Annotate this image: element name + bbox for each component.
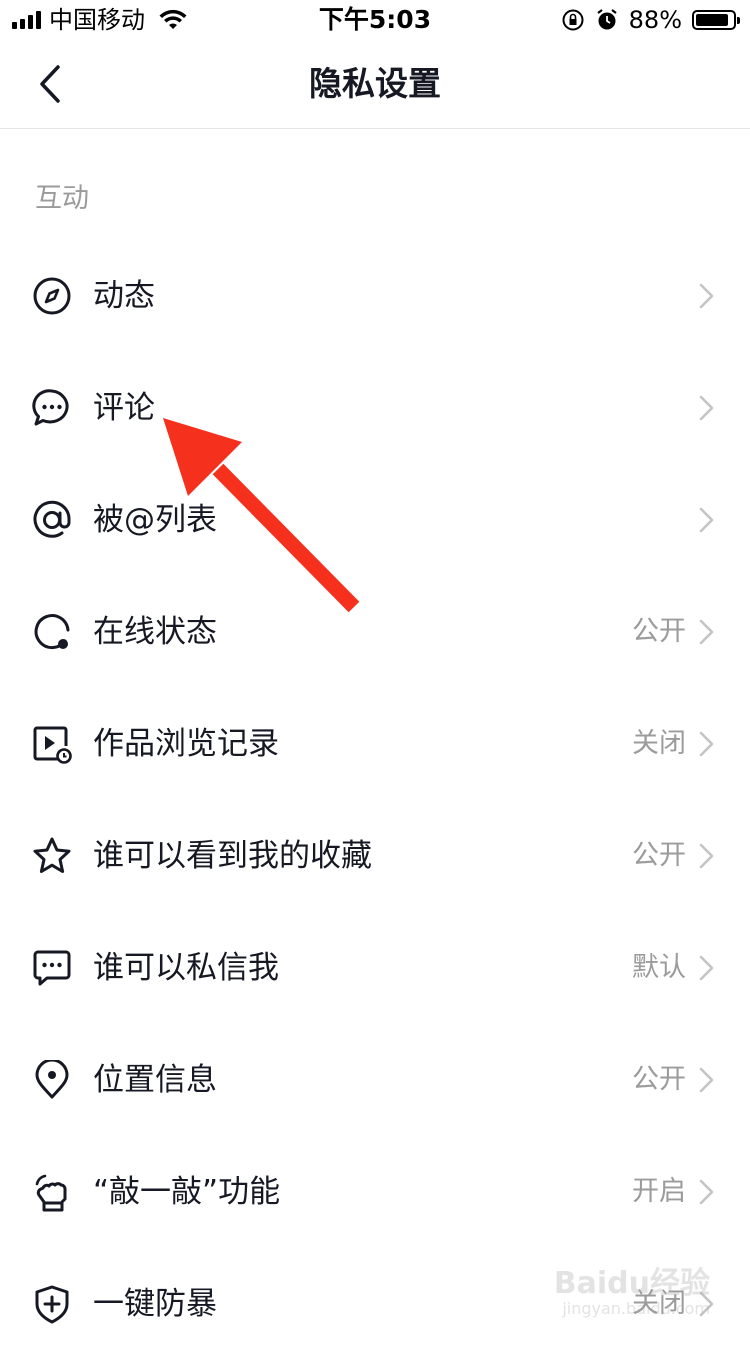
settings-item-value: 关闭 xyxy=(632,728,686,759)
settings-list: 动态 评论 被@列表 在线状态 公开 作品浏览记录 关闭 谁可以看到我的收藏 公… xyxy=(0,240,750,1360)
chevron-right-icon xyxy=(699,619,714,645)
battery-percent: 88% xyxy=(628,6,682,34)
shield-plus-icon xyxy=(35,1285,69,1324)
watermark-logo: Baidu经验 xyxy=(553,1266,710,1301)
settings-item-label: 一键防暴 xyxy=(93,1286,217,1322)
settings-item-mentions[interactable]: 被@列表 xyxy=(0,464,750,576)
knock-hand-icon xyxy=(35,1174,67,1212)
message-icon xyxy=(33,950,71,986)
settings-item-view-history[interactable]: 作品浏览记录 关闭 xyxy=(0,688,750,800)
settings-item-favorites-visibility[interactable]: 谁可以看到我的收藏 公开 xyxy=(0,800,750,912)
chevron-right-icon xyxy=(699,507,714,533)
settings-item-label: 谁可以看到我的收藏 xyxy=(93,838,372,874)
settings-item-direct-message[interactable]: 谁可以私信我 默认 xyxy=(0,912,750,1024)
settings-item-label: 评论 xyxy=(93,390,155,426)
nav-bar: 隐私设置 xyxy=(0,40,750,129)
settings-item-label: 动态 xyxy=(93,278,155,314)
chevron-right-icon xyxy=(699,843,714,869)
compass-icon xyxy=(33,277,71,315)
chevron-right-icon xyxy=(699,1179,714,1205)
settings-item-value: 默认 xyxy=(632,952,686,983)
settings-item-label: 谁可以私信我 xyxy=(93,950,279,986)
orientation-lock-icon xyxy=(562,9,584,31)
settings-item-label: 在线状态 xyxy=(93,614,217,650)
status-bar: 中国移动 下午5:03 88% xyxy=(0,0,750,40)
watermark-url: jingyan.baidu.com xyxy=(562,1299,710,1318)
page-title: 隐私设置 xyxy=(309,64,441,103)
video-history-icon xyxy=(33,726,72,764)
settings-item-value: 公开 xyxy=(632,616,686,647)
battery-icon xyxy=(692,10,740,30)
at-icon xyxy=(33,500,71,538)
chevron-right-icon xyxy=(699,731,714,757)
settings-item-label: 位置信息 xyxy=(93,1062,217,1098)
settings-item-label: “敲一敲”功能 xyxy=(93,1174,281,1210)
settings-item-value: 公开 xyxy=(632,840,686,871)
comment-bubble-icon xyxy=(32,389,69,426)
chevron-right-icon xyxy=(699,955,714,981)
watermark: Baidu经验 jingyan.baidu.com xyxy=(554,1268,710,1318)
settings-item-label: 被@列表 xyxy=(93,502,217,538)
section-title-interaction: 互动 xyxy=(35,183,89,214)
chevron-right-icon xyxy=(699,1067,714,1093)
status-right: 88% xyxy=(561,6,740,34)
settings-item-knock[interactable]: “敲一敲”功能 开启 xyxy=(0,1136,750,1248)
settings-item-online-status[interactable]: 在线状态 公开 xyxy=(0,576,750,688)
settings-item-dynamic[interactable]: 动态 xyxy=(0,240,750,352)
settings-item-value: 公开 xyxy=(632,1064,686,1095)
star-icon xyxy=(33,837,71,873)
settings-item-value: 开启 xyxy=(632,1176,686,1207)
settings-item-location[interactable]: 位置信息 公开 xyxy=(0,1024,750,1136)
chevron-right-icon xyxy=(699,395,714,421)
settings-item-comments[interactable]: 评论 xyxy=(0,352,750,464)
chevron-right-icon xyxy=(699,283,714,309)
alarm-icon xyxy=(596,9,617,30)
settings-item-label: 作品浏览记录 xyxy=(93,726,279,762)
online-status-icon xyxy=(34,614,70,650)
location-pin-icon xyxy=(35,1060,69,1099)
